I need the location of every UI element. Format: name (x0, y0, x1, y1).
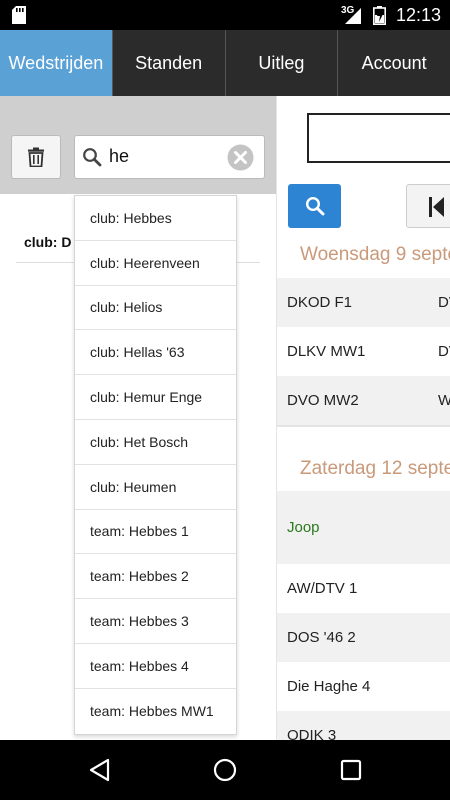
match-note: Joop (287, 519, 320, 536)
suggestion-item[interactable]: team: Hebbes 3 (75, 599, 236, 644)
battery-icon (373, 6, 386, 25)
away-team: DVO MW1 (438, 343, 450, 360)
match-row[interactable]: DLKV MW1 DVO MW1 (277, 327, 450, 376)
back-icon[interactable] (88, 758, 112, 782)
home-team: DKOD F1 (287, 294, 353, 311)
tab-account[interactable]: Account (338, 30, 450, 96)
signal-icon (345, 8, 361, 24)
suggestion-item[interactable]: club: Hellas '63 (75, 330, 236, 376)
search-icon (83, 148, 102, 167)
match-row[interactable]: DKOD F1 DVO F1 (277, 278, 450, 327)
day-separator (277, 425, 450, 427)
date-heading: Zaterdag 12 september (300, 458, 450, 479)
autocomplete-dropdown: club: Hebbes club: Heerenveen club: Heli… (74, 195, 237, 735)
match-note-row[interactable]: Joop (277, 491, 450, 564)
home-team: AW/DTV 1 (287, 580, 358, 597)
first-page-icon (429, 197, 444, 217)
search-input[interactable]: he (109, 146, 129, 167)
match-row[interactable]: ODIK 3 (277, 711, 450, 740)
suggestion-item[interactable]: team: Hebbes 2 (75, 554, 236, 600)
tab-wedstrijden[interactable]: Wedstrijden (0, 30, 113, 96)
home-team: ODIK 3 (287, 727, 337, 740)
search-field[interactable]: he (74, 135, 265, 179)
schedule-panel: Woensdag 9 september DKOD F1 DVO F1 DLKV… (276, 96, 450, 740)
suggestion-item[interactable]: club: Het Bosch (75, 420, 236, 465)
search-icon (305, 196, 324, 216)
tab-standen[interactable]: Standen (113, 30, 226, 96)
suggestion-item[interactable]: club: Hemur Enge (75, 375, 236, 420)
match-row[interactable]: DOS '46 2 (277, 613, 450, 662)
sd-card-icon (12, 6, 26, 24)
away-team: Wit MW2 (438, 392, 450, 409)
match-row[interactable]: AW/DTV 1 (277, 564, 450, 613)
status-bar: 3G 12:13 (0, 0, 450, 30)
trash-icon (28, 147, 44, 167)
suggestion-item[interactable]: club: Heerenveen (75, 241, 236, 286)
match-row[interactable]: DVO MW2 Wit MW2 (277, 376, 450, 425)
date-input[interactable] (307, 113, 450, 163)
suggestion-item[interactable]: club: Helios (75, 286, 236, 331)
home-team: DVO MW2 (287, 392, 359, 409)
date-heading: Woensdag 9 september (300, 244, 450, 265)
navigation-bar (0, 740, 450, 800)
home-team: DLKV MW1 (287, 343, 366, 360)
search-button[interactable] (288, 184, 341, 228)
tab-bar: Wedstrijden Standen Uitleg Account (0, 30, 450, 96)
clock: 12:13 (396, 5, 442, 25)
home-team: Die Haghe 4 (287, 678, 371, 695)
suggestion-item[interactable]: team: Hebbes 4 (75, 644, 236, 689)
away-team: DVO F1 (438, 294, 450, 311)
match-row[interactable]: Die Haghe 4 (277, 662, 450, 711)
suggestion-item[interactable]: club: Hebbes (75, 196, 236, 241)
selected-filter-label: club: D (24, 234, 72, 250)
suggestion-item[interactable]: team: Hebbes MW1 (75, 689, 236, 734)
clear-icon[interactable] (227, 144, 254, 171)
first-page-button[interactable] (406, 184, 450, 228)
suggestion-item[interactable]: team: Hebbes 1 (75, 510, 236, 555)
home-icon[interactable] (213, 758, 237, 782)
home-team: DOS '46 2 (287, 629, 356, 646)
tab-uitleg[interactable]: Uitleg (226, 30, 339, 96)
suggestion-item[interactable]: club: Heumen (75, 465, 236, 510)
delete-button[interactable] (11, 135, 61, 179)
recent-apps-icon[interactable] (340, 759, 362, 781)
